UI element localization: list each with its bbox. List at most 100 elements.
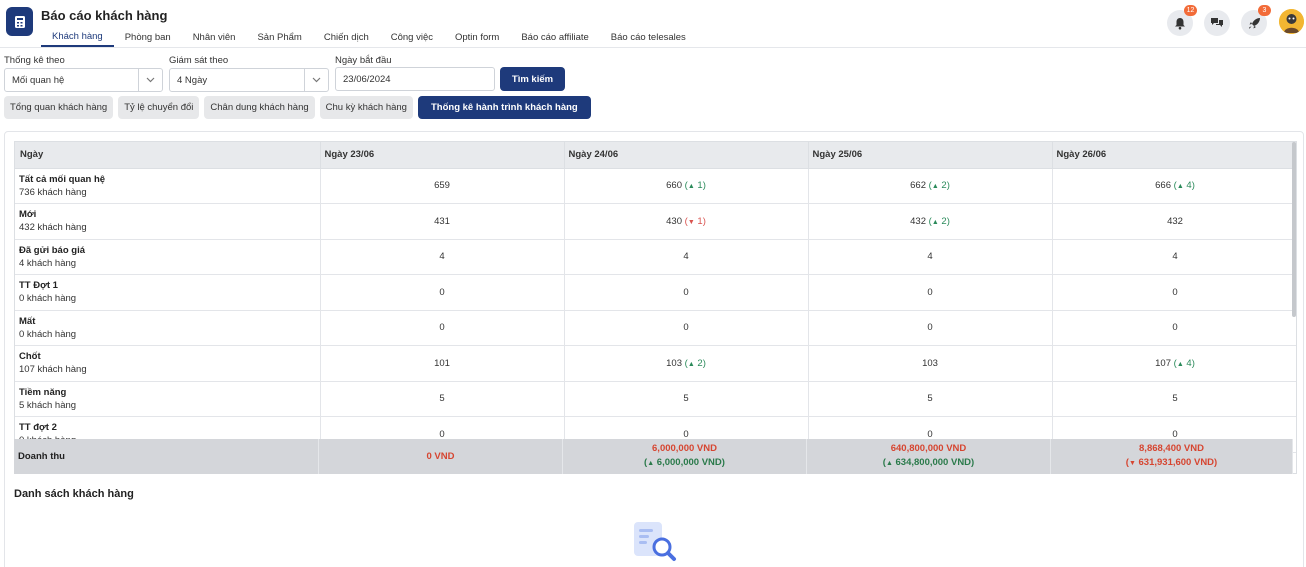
cell-value: 107: [1155, 357, 1171, 369]
revenue-change-value: 631,931,600 VND: [1138, 457, 1215, 468]
search-button[interactable]: Tìm kiếm: [500, 67, 565, 91]
table-header-row: Ngày Ngày 23/06 Ngày 24/06 Ngày 25/06 Ngày 2…: [15, 142, 1296, 169]
arrow-up-icon: ▲: [687, 360, 695, 368]
change-up: (▲ 2): [682, 357, 706, 369]
chat-button[interactable]: [1204, 10, 1230, 36]
start-date-input[interactable]: 23/06/2024: [335, 67, 495, 91]
user-avatar[interactable]: [1279, 9, 1304, 34]
table-cell: 4: [320, 239, 565, 275]
tab-0[interactable]: Khách hàng: [41, 27, 114, 47]
top-header: Báo cáo khách hàng Khách hàng Phòng ban Nh…: [0, 0, 1306, 48]
stage-customer-count: 0 khách hàng: [19, 328, 77, 340]
chat-icon: [1211, 18, 1223, 27]
report-card: Ngày Ngày 23/06 Ngày 24/06 Ngày 25/06 Ngày 2…: [4, 131, 1304, 567]
revenue-change-up: (▲ 634,800,000 VND): [882, 457, 975, 468]
monitor-by-select[interactable]: 4 Ngày: [169, 68, 329, 92]
revenue-cell: 0 VND: [319, 439, 563, 474]
journey-table-container[interactable]: Ngày Ngày 23/06 Ngày 24/06 Ngày 25/06 Ngày 2…: [14, 141, 1297, 474]
cell-value: 0: [927, 322, 933, 334]
cell-value: 5: [1172, 393, 1178, 405]
stage-customer-count: 432 khách hàng: [19, 222, 87, 234]
table-scrollbar[interactable]: [1292, 142, 1296, 317]
revenue-value: 6,000,000 VND: [652, 443, 717, 454]
cell-value: 662: [910, 180, 926, 192]
tab-3[interactable]: Sản Phẩm: [246, 27, 312, 47]
revenue-cell: 640,800,000 VND (▲ 634,800,000 VND): [807, 439, 1051, 474]
revenue-row: Doanh thu 0 VND 6,000,000 VND (▲ 6,000,000 …: [14, 439, 1293, 474]
table-cell: 5: [320, 381, 565, 417]
stage-customer-count: 107 khách hàng: [19, 364, 87, 376]
rocket-icon: [1248, 17, 1260, 29]
arrow-up-icon: ▲: [647, 460, 655, 467]
stat-by-select[interactable]: Mối quan hệ: [4, 68, 163, 92]
stage-name: Tất cả mối quan hệ: [19, 173, 106, 185]
column-header: Ngày 26/06: [1052, 142, 1296, 169]
subtab-2[interactable]: Chân dung khách hàng: [204, 96, 315, 119]
row-header: Chốt 107 khách hàng: [15, 345, 321, 382]
tab-2[interactable]: Nhân viên: [182, 27, 247, 47]
table-cell: 0: [1052, 274, 1296, 311]
row-header: Mất 0 khách hàng: [15, 310, 321, 346]
tab-4[interactable]: Chiến dịch: [313, 27, 380, 47]
arrow-up-icon: ▲: [687, 183, 695, 191]
table-cell: 4: [808, 239, 1053, 275]
tab-7[interactable]: Báo cáo affiliate: [510, 27, 599, 47]
tab-8[interactable]: Báo cáo telesales: [600, 27, 697, 47]
cell-value: 430: [666, 215, 682, 227]
monitor-by-label: Giám sát theo: [169, 55, 229, 66]
table-cell: 660 (▲ 1): [564, 168, 809, 204]
table-cell: 0: [564, 310, 809, 346]
table-cell: 0: [320, 274, 565, 311]
monitor-by-value: 4 Ngày: [177, 74, 208, 86]
table-cell: 101: [320, 345, 565, 382]
change-value: 2: [941, 215, 947, 227]
change-value: 4: [1186, 357, 1192, 369]
stage-name: TT đợt 2: [19, 422, 57, 434]
start-date-value: 23/06/2024: [343, 73, 391, 85]
rocket-button[interactable]: 3: [1241, 5, 1271, 36]
change-value: 4: [1186, 180, 1192, 192]
table-cell: 5: [1052, 381, 1296, 417]
cell-value: 5: [683, 393, 689, 405]
row-header: Tất cả mối quan hệ 736 khách hàng: [15, 168, 321, 204]
cell-value: 101: [434, 357, 450, 369]
table-cell: 659: [320, 168, 565, 204]
table-cell: 4: [564, 239, 809, 275]
table-cell: 432: [1052, 203, 1296, 240]
change-up: (▲ 4): [1171, 180, 1195, 192]
table-cell: 0: [1052, 310, 1296, 346]
revenue-value: 8,868,400 VND: [1139, 443, 1204, 454]
subtab-4[interactable]: Thống kê hành trình khách hàng: [417, 96, 591, 119]
cell-value: 4: [927, 251, 933, 263]
notifications-button[interactable]: 12: [1167, 5, 1197, 36]
change-up: (▲ 2): [926, 215, 950, 227]
tab-6[interactable]: Optin form: [444, 27, 510, 47]
notification-count-badge: 12: [1184, 5, 1197, 16]
stage-name: Mới: [19, 209, 37, 221]
stage-customer-count: 0 khách hàng: [19, 293, 77, 305]
change-value: 2: [697, 357, 703, 369]
table-cell: 0: [808, 310, 1053, 346]
cell-value: 659: [434, 180, 450, 192]
table-cell: 4: [1052, 239, 1296, 275]
report-app-icon[interactable]: [6, 7, 33, 36]
subtab-1[interactable]: Tỷ lệ chuyển đổi: [118, 96, 200, 119]
tab-5[interactable]: Công việc: [380, 27, 444, 47]
cell-value: 0: [683, 322, 689, 334]
table-cell: 662 (▲ 2): [808, 168, 1053, 204]
change-value: 1: [697, 180, 703, 192]
chevron-down-icon: [304, 69, 328, 91]
arrow-up-icon: ▲: [1176, 183, 1184, 191]
page-title: Báo cáo khách hàng: [41, 8, 168, 23]
cell-value: 5: [439, 393, 445, 405]
cell-value: 4: [439, 251, 445, 263]
cell-value: 666: [1155, 180, 1171, 192]
cell-value: 432: [1167, 215, 1183, 227]
tab-1[interactable]: Phòng ban: [114, 27, 182, 47]
subtab-3[interactable]: Chu kỳ khách hàng: [319, 96, 413, 119]
stage-name: Mất: [19, 315, 36, 327]
bell-icon: [1175, 17, 1185, 29]
subtab-0[interactable]: Tổng quan khách hàng: [4, 96, 114, 119]
table-cell: 103 (▲ 2): [564, 345, 809, 382]
table-row: Tiềm năng 5 khách hàng 5 5 5 5: [15, 381, 1296, 417]
